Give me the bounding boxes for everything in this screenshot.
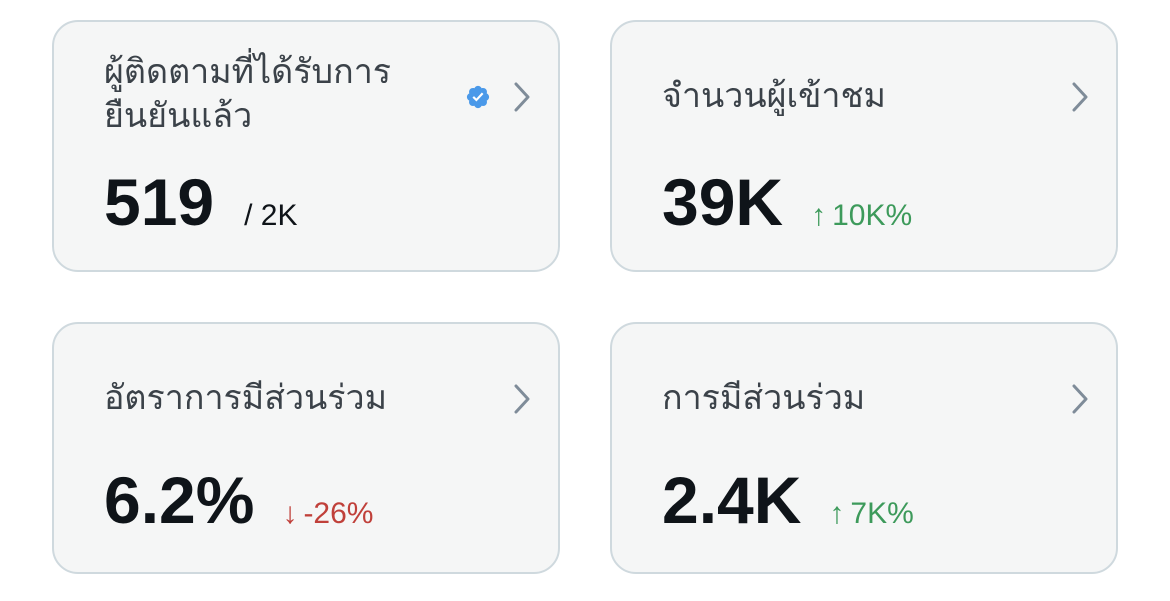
card-title: ผู้ติดตามที่ได้รับการยืนยันแล้ว	[104, 52, 392, 136]
metric-value: 39K	[662, 165, 784, 239]
card-title: การมีส่วนร่วม	[662, 378, 866, 418]
chevron-right-icon[interactable]	[1068, 80, 1092, 114]
metric-value: 6.2%	[104, 463, 255, 537]
metric-delta: ↑ 10K%	[811, 199, 912, 233]
card-title: จำนวนผู้เข้าชม	[662, 76, 886, 116]
metric-delta: ↑ 7K%	[829, 497, 913, 531]
metric-total: / 2K	[244, 199, 298, 232]
delta-value: 7K%	[850, 497, 914, 530]
engagement-rate-card[interactable]: อัตราการมีส่วนร่วม 6.2% ↓ -26%	[52, 322, 560, 574]
chevron-right-icon[interactable]	[1068, 382, 1092, 416]
metric-row: 6.2% ↓ -26%	[104, 460, 373, 540]
metric-delta: ↓ -26%	[282, 497, 373, 531]
arrow-down-icon: ↓	[282, 497, 298, 530]
verified-followers-card[interactable]: ผู้ติดตามที่ได้รับการยืนยันแล้ว 519 / 2K	[52, 20, 560, 272]
chevron-right-icon[interactable]	[510, 80, 534, 114]
metric-row: 519 / 2K	[104, 162, 298, 242]
visitors-card[interactable]: จำนวนผู้เข้าชม 39K ↑ 10K%	[610, 20, 1118, 272]
delta-value: -26%	[303, 497, 374, 530]
metric-value: 2.4K	[662, 463, 802, 537]
analytics-cards-grid: ผู้ติดตามที่ได้รับการยืนยันแล้ว 519 / 2K…	[0, 0, 1170, 601]
chevron-right-icon[interactable]	[510, 382, 534, 416]
arrow-up-icon: ↑	[811, 199, 827, 232]
metric-row: 2.4K ↑ 7K%	[662, 460, 914, 540]
metric-value: 519	[104, 165, 215, 239]
verified-badge-icon	[466, 85, 490, 109]
engagement-card[interactable]: การมีส่วนร่วม 2.4K ↑ 7K%	[610, 322, 1118, 574]
arrow-up-icon: ↑	[829, 497, 845, 530]
card-title: อัตราการมีส่วนร่วม	[104, 378, 388, 418]
delta-value: 10K%	[832, 199, 913, 232]
metric-row: 39K ↑ 10K%	[662, 162, 912, 242]
